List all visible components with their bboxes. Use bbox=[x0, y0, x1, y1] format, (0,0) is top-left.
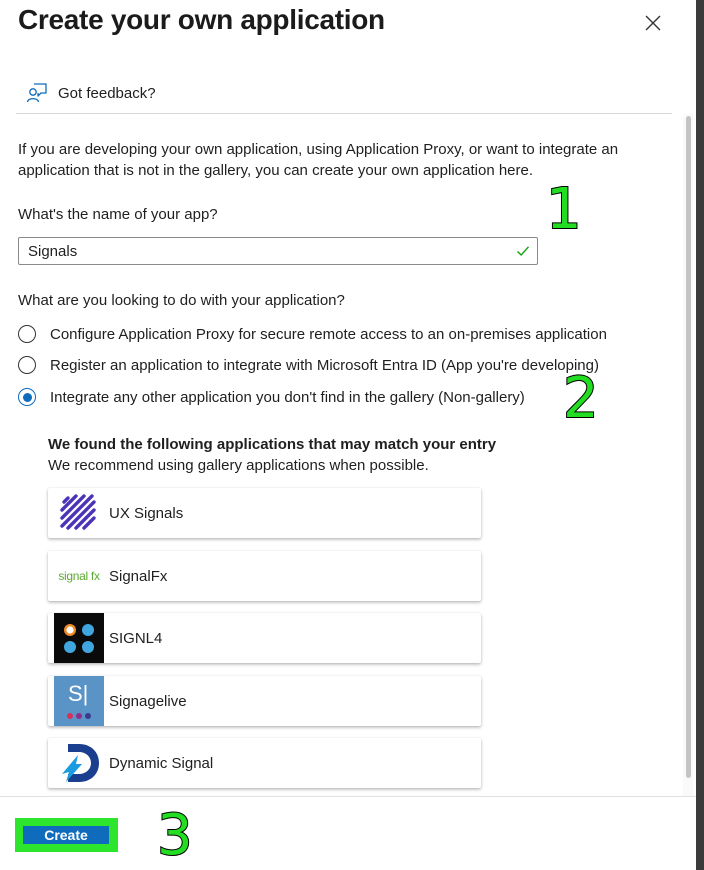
feedback-link[interactable]: Got feedback? bbox=[26, 80, 156, 106]
matches-title: We found the following applications that… bbox=[48, 436, 497, 453]
ux-signals-logo bbox=[54, 488, 104, 538]
radio-label: Integrate any other application you don'… bbox=[50, 388, 525, 406]
dynamic-signal-logo bbox=[54, 738, 104, 788]
page-title: Create your own application bbox=[18, 4, 385, 35]
purpose-question: What are you looking to do with your app… bbox=[18, 292, 345, 309]
header-divider bbox=[16, 113, 672, 114]
signalfx-logo: signal fx bbox=[54, 551, 104, 601]
scrollbar-thumb[interactable] bbox=[686, 116, 691, 778]
radio-label: Configure Application Proxy for secure r… bbox=[50, 325, 607, 343]
gallery-app-card[interactable]: signal fx SignalFx bbox=[48, 551, 481, 601]
feedback-label: Got feedback? bbox=[58, 84, 156, 102]
app-name-label: What's the name of your app? bbox=[18, 206, 218, 223]
matches-subtitle: We recommend using gallery applications … bbox=[48, 457, 429, 474]
signl4-logo bbox=[54, 613, 104, 663]
close-button[interactable] bbox=[642, 12, 664, 34]
annotation-step-1: 1 bbox=[545, 177, 583, 242]
radio-button-selected[interactable] bbox=[18, 388, 36, 406]
intro-text: If you are developing your own applicati… bbox=[18, 141, 619, 179]
checkmark-icon bbox=[517, 246, 530, 257]
gallery-app-card[interactable]: S| Signagelive bbox=[48, 676, 481, 726]
radio-selected-dot bbox=[22, 392, 32, 402]
radio-button[interactable] bbox=[18, 356, 36, 374]
app-card-label: SignalFx bbox=[109, 567, 168, 585]
footer-divider bbox=[0, 796, 696, 797]
app-name-input[interactable] bbox=[19, 238, 517, 264]
close-icon bbox=[645, 15, 661, 31]
create-button[interactable]: Create bbox=[23, 826, 109, 844]
app-card-label: Signagelive bbox=[109, 692, 187, 710]
annotation-step-3: 3 bbox=[156, 803, 194, 868]
app-card-label: UX Signals bbox=[109, 504, 184, 522]
feedback-person-icon bbox=[26, 83, 47, 103]
app-name-field[interactable] bbox=[18, 237, 538, 265]
app-card-label: SIGNL4 bbox=[109, 629, 163, 647]
radio-option-app-proxy[interactable]: Configure Application Proxy for secure r… bbox=[18, 322, 607, 346]
radio-button[interactable] bbox=[18, 325, 36, 343]
gallery-app-card[interactable]: UX Signals bbox=[48, 488, 481, 538]
radio-option-non-gallery[interactable]: Integrate any other application you don'… bbox=[18, 385, 525, 409]
signagelive-logo: S| bbox=[54, 676, 104, 726]
annotation-step-2: 2 bbox=[562, 366, 600, 431]
radio-option-register-app[interactable]: Register an application to integrate wit… bbox=[18, 353, 599, 377]
create-app-panel: Create your own application Got feedback… bbox=[0, 0, 696, 870]
radio-label: Register an application to integrate wit… bbox=[50, 356, 599, 374]
gallery-app-card[interactable]: SIGNL4 bbox=[48, 613, 481, 663]
signalfx-logo-text: signal fx bbox=[58, 569, 100, 583]
gallery-app-card[interactable]: Dynamic Signal bbox=[48, 738, 481, 788]
window-edge bbox=[696, 0, 704, 870]
app-card-label: Dynamic Signal bbox=[109, 754, 214, 772]
